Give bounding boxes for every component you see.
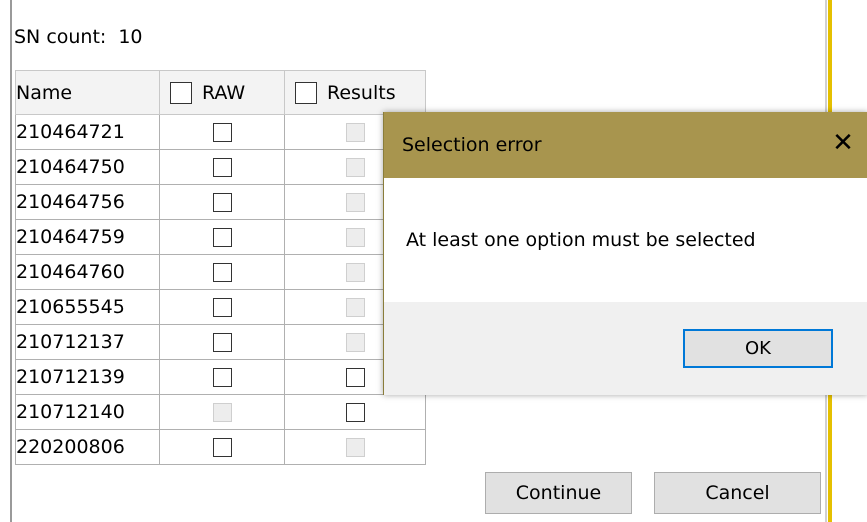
row-name-cell: 210464721 bbox=[15, 114, 160, 150]
row-raw-cell bbox=[159, 149, 285, 185]
row-raw-cell bbox=[159, 254, 285, 290]
row-name-cell: 210655545 bbox=[15, 289, 160, 325]
table-row: 210464756 bbox=[15, 184, 426, 220]
window-left-border bbox=[10, 0, 12, 522]
results-checkbox bbox=[345, 263, 365, 282]
row-raw-cell bbox=[159, 324, 285, 360]
sn-count-label: SN count: bbox=[14, 26, 107, 48]
row-raw-cell bbox=[159, 289, 285, 325]
dialog-body: At least one option must be selected bbox=[384, 178, 867, 302]
select-all-raw-checkbox[interactable] bbox=[170, 81, 192, 104]
row-raw-cell bbox=[159, 219, 285, 255]
column-header-results-label: Results bbox=[327, 81, 396, 104]
results-checkbox bbox=[345, 123, 365, 142]
results-checkbox[interactable] bbox=[345, 403, 365, 422]
raw-checkbox[interactable] bbox=[212, 123, 232, 142]
continue-button[interactable]: Continue bbox=[485, 472, 632, 514]
row-name-cell: 210712139 bbox=[15, 359, 160, 395]
row-name-cell: 210464760 bbox=[15, 254, 160, 290]
row-raw-cell bbox=[159, 394, 285, 430]
raw-checkbox[interactable] bbox=[212, 368, 232, 387]
results-checkbox bbox=[345, 158, 365, 177]
row-name-cell: 210464759 bbox=[15, 219, 160, 255]
row-name-cell: 210712140 bbox=[15, 394, 160, 430]
raw-checkbox[interactable] bbox=[212, 228, 232, 247]
row-results-cell bbox=[284, 394, 426, 430]
row-name-cell: 210464756 bbox=[15, 184, 160, 220]
column-header-raw: RAW bbox=[159, 70, 285, 115]
table-row: 210464759 bbox=[15, 219, 426, 255]
raw-checkbox[interactable] bbox=[212, 158, 232, 177]
sn-count-value: 10 bbox=[118, 26, 143, 48]
table-row: 220200806 bbox=[15, 429, 426, 465]
table-row: 210712137 bbox=[15, 324, 426, 360]
raw-checkbox[interactable] bbox=[212, 193, 232, 212]
row-name-cell: 220200806 bbox=[15, 429, 160, 465]
row-name-cell: 210464750 bbox=[15, 149, 160, 185]
results-checkbox bbox=[345, 228, 365, 247]
results-checkbox bbox=[345, 298, 365, 317]
row-raw-cell bbox=[159, 184, 285, 220]
select-all-results-checkbox[interactable] bbox=[295, 81, 317, 104]
column-header-results: Results bbox=[284, 70, 426, 115]
dialog-footer: OK bbox=[384, 302, 867, 395]
raw-checkbox[interactable] bbox=[212, 333, 232, 352]
ok-button[interactable]: OK bbox=[683, 329, 833, 368]
table-row: 210464750 bbox=[15, 149, 426, 185]
table-row: 210655545 bbox=[15, 289, 426, 325]
cancel-button[interactable]: Cancel bbox=[654, 472, 821, 514]
dialog-message: At least one option must be selected bbox=[406, 229, 756, 251]
column-header-name-label: Name bbox=[16, 81, 73, 104]
row-results-cell bbox=[284, 429, 426, 465]
results-checkbox bbox=[345, 438, 365, 457]
dialog-title-bar: Selection error ✕ bbox=[384, 112, 867, 178]
selection-error-dialog: Selection error ✕ At least one option mu… bbox=[383, 112, 867, 395]
raw-checkbox[interactable] bbox=[212, 298, 232, 317]
results-checkbox[interactable] bbox=[345, 368, 365, 387]
table-row: 210712140 bbox=[15, 394, 426, 430]
row-raw-cell bbox=[159, 359, 285, 395]
column-header-name[interactable]: Name bbox=[15, 70, 160, 115]
raw-checkbox[interactable] bbox=[212, 263, 232, 282]
raw-checkbox bbox=[212, 403, 232, 422]
row-raw-cell bbox=[159, 114, 285, 150]
table-row: 210464760 bbox=[15, 254, 426, 290]
table-row: 210712139 bbox=[15, 359, 426, 395]
sn-table: Name RAW Results 210464721 210464750 21046… bbox=[15, 70, 426, 465]
dialog-title: Selection error bbox=[402, 134, 542, 156]
results-checkbox bbox=[345, 333, 365, 352]
table-row: 210464721 bbox=[15, 114, 426, 150]
results-checkbox bbox=[345, 193, 365, 212]
row-raw-cell bbox=[159, 429, 285, 465]
sn-count: SN count: 10 bbox=[14, 26, 143, 48]
raw-checkbox[interactable] bbox=[212, 438, 232, 457]
close-icon[interactable]: ✕ bbox=[828, 130, 858, 156]
row-name-cell: 210712137 bbox=[15, 324, 160, 360]
column-header-raw-label: RAW bbox=[202, 81, 246, 104]
